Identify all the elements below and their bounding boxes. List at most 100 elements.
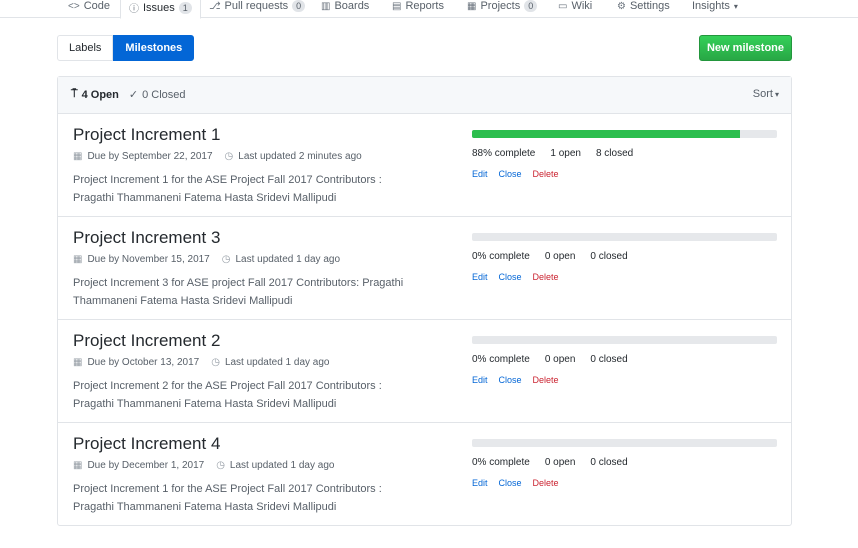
clock-icon: ◷ bbox=[224, 151, 234, 162]
milestone-description: Project Increment 3 for ASE project Fall… bbox=[73, 277, 404, 307]
milestone-actions: Edit Close Delete bbox=[472, 272, 559, 282]
milestone-meta: ▦ Due by November 15, 2017 ◷ Last updated … bbox=[73, 254, 340, 265]
check-icon: ✓ bbox=[128, 89, 139, 101]
delete-link[interactable]: Delete bbox=[533, 272, 559, 282]
milestone-stats: 0% complete 0 open 0 closed bbox=[472, 457, 628, 468]
closed-issues[interactable]: 0 closed bbox=[590, 354, 627, 365]
close-link[interactable]: Close bbox=[499, 375, 522, 385]
closed-count: 0 Closed bbox=[142, 88, 186, 101]
progress-bar bbox=[472, 336, 777, 344]
milestone-icon: ⍑ bbox=[71, 88, 78, 100]
chevron-down-icon: ▾ bbox=[733, 1, 738, 11]
state-filter: ⍑ 4 Open ✓ 0 Closed bbox=[71, 88, 186, 101]
milestone-description: Project Increment 2 for the ASE Project … bbox=[73, 380, 382, 410]
calendar-icon: ▦ bbox=[73, 254, 83, 265]
milestone-title[interactable]: Project Increment 3 bbox=[73, 228, 220, 248]
open-issues[interactable]: 0 open bbox=[545, 457, 576, 468]
repo-nav: <> Code ⓘ Issues 1 ⎇ Pull requests 0 ▥ B… bbox=[0, 0, 858, 19]
code-icon: <> bbox=[68, 0, 80, 12]
labels-button[interactable]: Labels bbox=[57, 35, 114, 61]
open-issues[interactable]: 0 open bbox=[545, 251, 576, 262]
tab-label: Pull requests bbox=[224, 0, 289, 12]
milestone-actions: Edit Close Delete bbox=[472, 478, 559, 488]
calendar-icon: ▦ bbox=[73, 357, 83, 368]
tab-projects[interactable]: ▦ Projects 0 bbox=[467, 0, 538, 18]
issues-counter: 1 bbox=[178, 1, 192, 14]
closed-issues[interactable]: 0 closed bbox=[590, 457, 627, 468]
last-updated: Last updated 1 day ago bbox=[235, 254, 341, 265]
open-count: 4 Open bbox=[81, 88, 119, 101]
tab-pull-requests[interactable]: ⎇ Pull requests 0 bbox=[209, 0, 306, 18]
tab-boards[interactable]: ▥ Boards bbox=[321, 0, 369, 18]
milestone-stats: 88% complete 1 open 8 closed bbox=[472, 148, 633, 159]
pull-request-icon: ⎇ bbox=[209, 0, 221, 12]
percent-complete: 0% complete bbox=[472, 457, 530, 468]
tab-issues[interactable]: ⓘ Issues 1 bbox=[120, 0, 201, 19]
milestone-row: Project Increment 2 ▦ Due by October 13, … bbox=[58, 320, 791, 423]
pull-requests-counter: 0 bbox=[292, 0, 306, 12]
progress-bar bbox=[472, 233, 777, 241]
clock-icon: ◷ bbox=[221, 254, 231, 265]
milestone-title[interactable]: Project Increment 2 bbox=[73, 331, 220, 351]
closed-issues[interactable]: 0 closed bbox=[590, 251, 627, 262]
chevron-down-icon: ▾ bbox=[774, 89, 779, 99]
tab-label: Boards bbox=[334, 0, 370, 12]
percent-complete: 88% complete bbox=[472, 148, 536, 159]
close-link[interactable]: Close bbox=[499, 169, 522, 179]
tab-label: Wiki bbox=[571, 0, 593, 12]
delete-link[interactable]: Delete bbox=[533, 375, 559, 385]
tab-settings[interactable]: ⚙ Settings bbox=[617, 0, 670, 18]
milestone-description: Project Increment 1 for the ASE Project … bbox=[73, 174, 382, 204]
due-date: Due by September 22, 2017 bbox=[87, 151, 213, 162]
milestone-row: Project Increment 1 ▦ Due by September 22… bbox=[58, 114, 791, 217]
open-issues[interactable]: 0 open bbox=[545, 354, 576, 365]
progress-bar bbox=[472, 439, 777, 447]
close-link[interactable]: Close bbox=[499, 272, 522, 282]
tab-insights[interactable]: Insights ▾ bbox=[692, 0, 738, 18]
projects-icon: ▦ bbox=[467, 0, 477, 12]
milestones-header: ⍑ 4 Open ✓ 0 Closed Sort ▾ bbox=[58, 77, 791, 114]
tab-code[interactable]: <> Code bbox=[68, 0, 110, 18]
delete-link[interactable]: Delete bbox=[533, 169, 559, 179]
edit-link[interactable]: Edit bbox=[472, 478, 488, 488]
tab-label: Settings bbox=[629, 0, 670, 12]
closed-issues[interactable]: 8 closed bbox=[596, 148, 633, 159]
milestone-description: Project Increment 1 for the ASE Project … bbox=[73, 483, 382, 513]
milestone-stats: 0% complete 0 open 0 closed bbox=[472, 251, 628, 262]
sort-label: Sort bbox=[752, 88, 773, 100]
last-updated: Last updated 2 minutes ago bbox=[238, 151, 362, 162]
due-date: Due by October 13, 2017 bbox=[87, 357, 200, 368]
percent-complete: 0% complete bbox=[472, 354, 530, 365]
tab-reports[interactable]: ▤ Reports bbox=[392, 0, 444, 18]
milestone-meta: ▦ Due by October 13, 2017 ◷ Last updated 1… bbox=[73, 357, 329, 368]
milestone-title[interactable]: Project Increment 1 bbox=[73, 125, 220, 145]
percent-complete: 0% complete bbox=[472, 251, 530, 262]
boards-icon: ▥ bbox=[321, 0, 331, 12]
milestone-meta: ▦ Due by December 1, 2017 ◷ Last updated 1… bbox=[73, 460, 334, 471]
progress-fill bbox=[472, 130, 741, 138]
milestones-button[interactable]: Milestones bbox=[113, 35, 195, 61]
calendar-icon: ▦ bbox=[73, 151, 83, 162]
milestone-actions: Edit Close Delete bbox=[472, 375, 559, 385]
close-link[interactable]: Close bbox=[499, 478, 522, 488]
milestone-meta: ▦ Due by September 22, 2017 ◷ Last updated… bbox=[73, 151, 362, 162]
tab-label: Code bbox=[83, 0, 110, 12]
tab-wiki[interactable]: ▭ Wiki bbox=[558, 0, 592, 18]
reports-icon: ▤ bbox=[392, 0, 402, 12]
delete-link[interactable]: Delete bbox=[533, 478, 559, 488]
closed-filter[interactable]: ✓ 0 Closed bbox=[128, 88, 186, 102]
edit-link[interactable]: Edit bbox=[472, 169, 488, 179]
tab-label: Insights bbox=[692, 0, 730, 12]
milestone-stats: 0% complete 0 open 0 closed bbox=[472, 354, 628, 365]
sort-dropdown[interactable]: Sort ▾ bbox=[753, 88, 779, 100]
due-date: Due by November 15, 2017 bbox=[87, 254, 210, 265]
open-filter[interactable]: ⍑ 4 Open bbox=[71, 88, 119, 101]
new-milestone-button[interactable]: New milestone bbox=[699, 35, 792, 61]
milestone-title[interactable]: Project Increment 4 bbox=[73, 434, 220, 454]
tab-label: Reports bbox=[405, 0, 444, 12]
open-issues[interactable]: 1 open bbox=[550, 148, 581, 159]
edit-link[interactable]: Edit bbox=[472, 272, 488, 282]
tab-label: Projects bbox=[480, 0, 521, 12]
milestones-box: ⍑ 4 Open ✓ 0 Closed Sort ▾ Project Incre… bbox=[57, 76, 792, 526]
edit-link[interactable]: Edit bbox=[472, 375, 488, 385]
